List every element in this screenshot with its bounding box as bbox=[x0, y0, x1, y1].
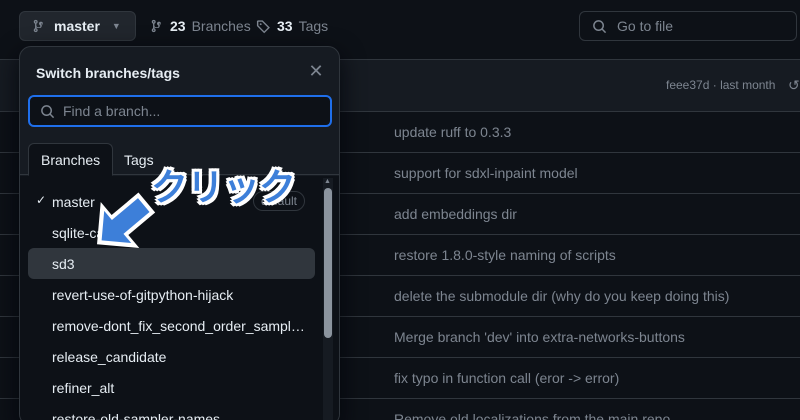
commit-hash-text: feee37d bbox=[666, 78, 710, 92]
tags-link[interactable]: 33 Tags bbox=[256, 11, 328, 41]
branch-selector-button[interactable]: master ▼ bbox=[19, 11, 136, 41]
branch-item-label: refiner_alt bbox=[52, 379, 115, 396]
dropdown-title: Switch branches/tags bbox=[36, 65, 180, 81]
go-to-file-placeholder: Go to file bbox=[617, 18, 674, 34]
tab-branches[interactable]: Branches bbox=[28, 143, 114, 176]
commit-message[interactable]: fix typo in function call (eror -> error… bbox=[394, 370, 619, 386]
branch-item-label: sd3 bbox=[52, 255, 75, 272]
switch-branches-dropdown: Switch branches/tags ✕ Branches Tags ✓ m… bbox=[19, 46, 340, 420]
branch-item-label: restore-old-sampler-names bbox=[52, 410, 221, 420]
commit-message[interactable]: delete the submodule dir (why do you kee… bbox=[394, 288, 729, 304]
current-branch-name: master bbox=[54, 18, 100, 34]
git-branch-icon bbox=[33, 19, 43, 33]
commit-message[interactable]: restore 1.8.0-style naming of scripts bbox=[394, 247, 616, 263]
annotation-arrow-icon bbox=[97, 192, 156, 248]
branch-item-sd3[interactable]: sd3 bbox=[28, 248, 315, 279]
commit-message[interactable]: Remove old localizations from the main r… bbox=[394, 411, 670, 420]
click-annotation-label: クリック bbox=[151, 166, 296, 209]
branches-label: Branches bbox=[191, 18, 251, 34]
caret-down-icon: ▼ bbox=[111, 21, 121, 31]
tags-count: 33 bbox=[277, 18, 293, 34]
commit-message[interactable]: Merge branch 'dev' into extra-networks-b… bbox=[394, 329, 685, 345]
commit-message[interactable]: update ruff to 0.3.3 bbox=[394, 124, 511, 140]
close-icon[interactable]: ✕ bbox=[306, 61, 326, 81]
latest-commit-hash[interactable]: feee37d · last month bbox=[666, 78, 775, 92]
branch-item-revert-use-of-gitpython-hijack[interactable]: revert-use-of-gitpython-hijack bbox=[28, 279, 315, 310]
find-branch-field[interactable] bbox=[28, 95, 332, 127]
tag-icon bbox=[256, 19, 270, 33]
branch-item-label: remove-dont_fix_second_order_samplers_sc… bbox=[52, 317, 307, 334]
branch-item-release-candidate[interactable]: release_candidate bbox=[28, 341, 315, 372]
branch-item-remove-dont-fix[interactable]: remove-dont_fix_second_order_samplers_sc… bbox=[28, 310, 315, 341]
search-icon bbox=[41, 104, 55, 118]
branch-item-label: revert-use-of-gitpython-hijack bbox=[52, 286, 234, 303]
tags-label: Tags bbox=[298, 18, 329, 34]
scrollbar[interactable]: ▲ bbox=[323, 178, 333, 420]
branch-item-sqlite-cache[interactable]: sqlite-cache bbox=[28, 217, 315, 248]
check-icon: ✓ bbox=[36, 193, 47, 207]
branch-list: ✓ master default sqlite-cache sd3 revert… bbox=[20, 176, 339, 420]
branch-item-restore-old-sampler-names[interactable]: restore-old-sampler-names bbox=[28, 403, 315, 420]
branch-item-label: release_candidate bbox=[52, 348, 167, 365]
branches-link[interactable]: 23 Branches bbox=[150, 11, 251, 41]
history-icon[interactable]: ↺ bbox=[788, 77, 800, 94]
search-icon bbox=[593, 19, 607, 33]
commit-message[interactable]: support for sdxl-inpaint model bbox=[394, 165, 578, 181]
go-to-file-input[interactable]: Go to file bbox=[579, 11, 797, 41]
commit-message[interactable]: add embeddings dir bbox=[394, 206, 517, 222]
find-branch-input[interactable] bbox=[63, 103, 313, 119]
scroll-up-icon[interactable]: ▲ bbox=[324, 178, 331, 185]
branches-count: 23 bbox=[170, 18, 186, 34]
branch-item-refiner-alt[interactable]: refiner_alt bbox=[28, 372, 315, 403]
scrollbar-thumb[interactable] bbox=[324, 188, 332, 338]
git-branch-icon bbox=[151, 19, 161, 33]
commit-time-text: · last month bbox=[712, 78, 776, 92]
